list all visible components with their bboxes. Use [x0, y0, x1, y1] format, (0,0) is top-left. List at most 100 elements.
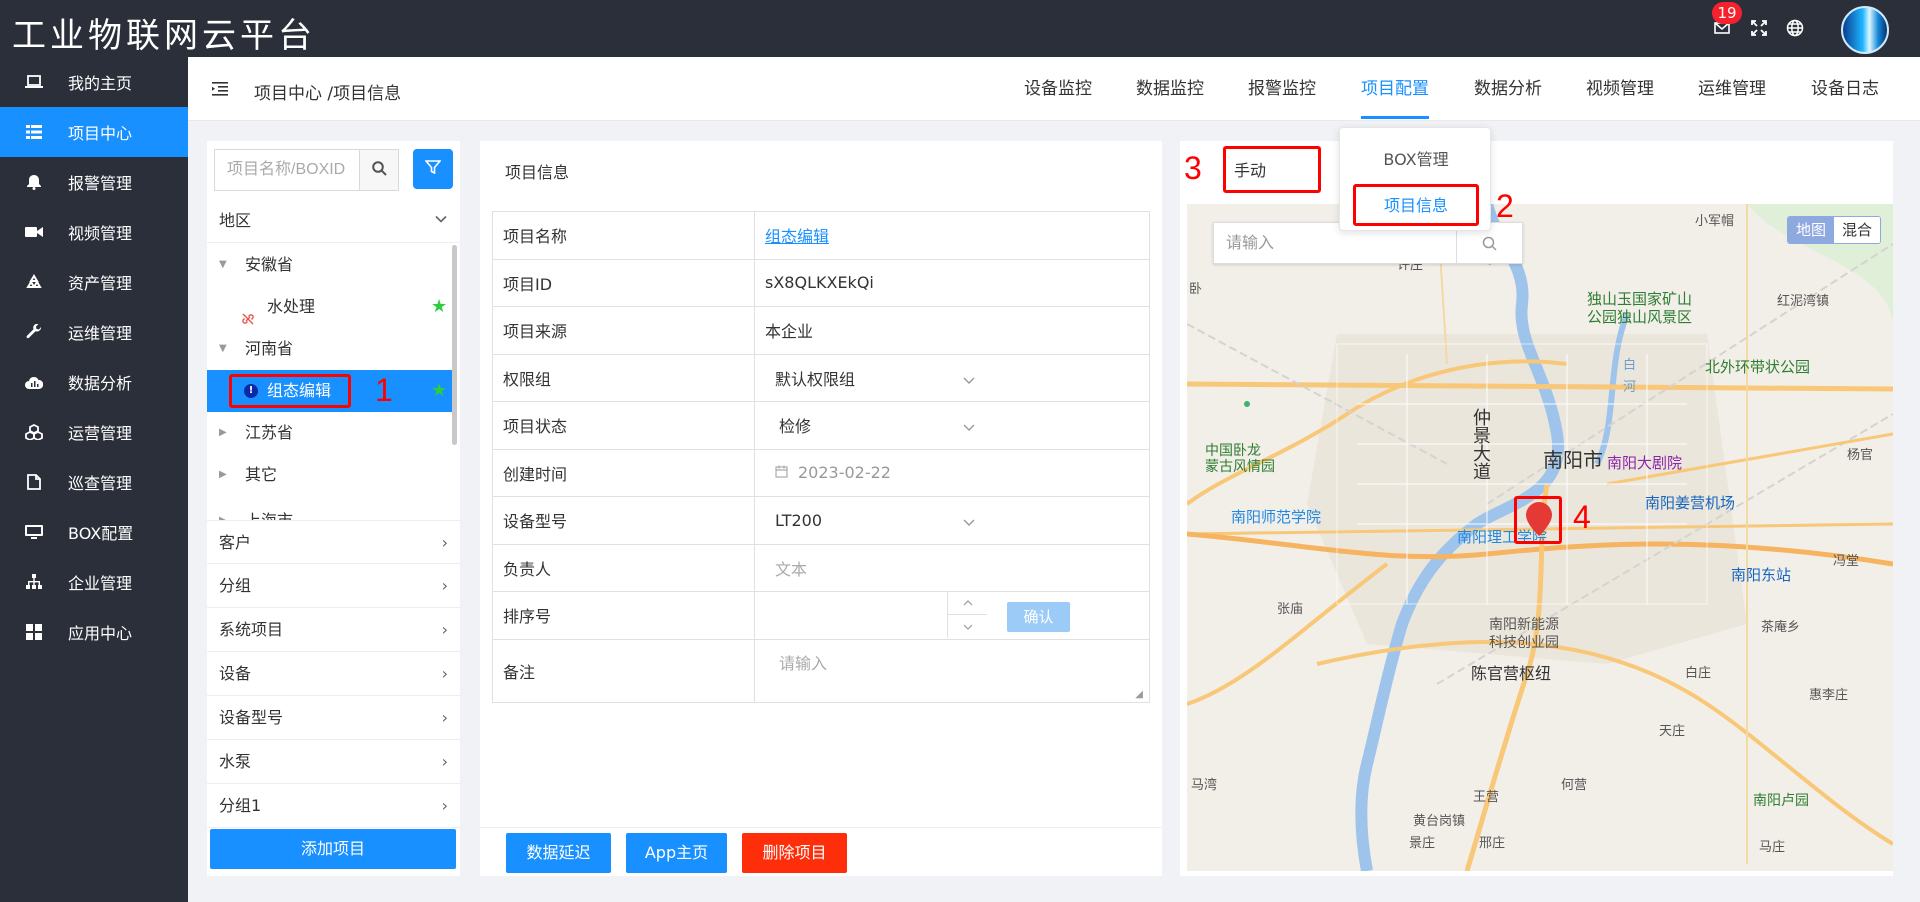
group-customer[interactable]: 客户 ›: [207, 520, 460, 564]
map-city-label: 南阳市: [1543, 448, 1603, 472]
wrench-icon: [24, 322, 44, 342]
tree-node-henan[interactable]: ▼ 河南省: [207, 328, 453, 370]
confirm-button[interactable]: 确认: [1007, 602, 1070, 632]
add-project-button[interactable]: 添加项目: [210, 829, 456, 869]
search-button[interactable]: [359, 149, 399, 191]
app-home-button[interactable]: App主页: [626, 833, 727, 873]
sidebar-item-video[interactable]: 视频管理: [0, 207, 188, 257]
map-canvas[interactable]: 南阳市 仲 景 大 道 独山玉国家矿山 公园独山风景区 北外环带状公园 南阳大剧…: [1187, 204, 1893, 871]
resize-handle-icon[interactable]: ◢: [1135, 689, 1143, 700]
sidebar-item-patrol[interactable]: 巡查管理: [0, 457, 188, 507]
project-status-select[interactable]: 检修: [755, 402, 1149, 449]
sidebar-item-label: BOX配置: [68, 524, 134, 543]
form-label: 排序号: [493, 592, 755, 639]
menu-item-box-manage[interactable]: BOX管理: [1340, 146, 1492, 170]
project-tree-panel: 项目名称/BOXID 地区 ▼ 安徽省 水处理 ★ ▼ 河南省 ! 组态编辑 ★…: [207, 141, 460, 876]
tab-data-monitor[interactable]: 数据监控: [1136, 57, 1204, 121]
avatar[interactable]: [1841, 6, 1889, 54]
tab-device-log[interactable]: 设备日志: [1811, 57, 1879, 121]
map-place-label: 白庄: [1685, 666, 1712, 681]
chevron-right-icon: ›: [441, 796, 448, 815]
star-icon[interactable]: ★: [431, 370, 447, 412]
tree-scrollbar[interactable]: [452, 245, 457, 445]
sort-number-stepper[interactable]: 确认: [755, 592, 1149, 639]
group-label: 设备型号: [219, 708, 284, 727]
delete-project-button[interactable]: 删除项目: [742, 833, 847, 873]
map-place-label: 小军帽: [1695, 214, 1735, 229]
map-place-label: 邢庄: [1479, 836, 1506, 851]
placeholder: 文本: [775, 559, 808, 579]
tab-alarm-monitor[interactable]: 报警监控: [1248, 57, 1316, 121]
tab-device-monitor[interactable]: 设备监控: [1024, 57, 1092, 121]
location-pin-icon[interactable]: [1526, 502, 1552, 540]
sidebar-item-label: 巡查管理: [68, 474, 133, 493]
group-group1[interactable]: 分组1 ›: [207, 784, 460, 828]
form-row-created: 创建时间 2023-02-22: [493, 449, 1149, 497]
group-grouping[interactable]: 分组 ›: [207, 564, 460, 608]
map-type-hybrid[interactable]: 混合: [1833, 217, 1880, 243]
laptop-icon: [24, 72, 44, 92]
sidebar: 我的主页 项目中心 报警管理 视频管理 资产管理 运维管理 数据分析 运营管理 …: [0, 57, 188, 902]
tab-project-config[interactable]: 项目配置: [1361, 57, 1429, 119]
map-poi-label: 北外环带状公园: [1705, 358, 1811, 376]
permission-group-select[interactable]: 默认权限组: [755, 355, 1149, 402]
map-place-label: 天庄: [1659, 724, 1686, 739]
tree-node-jiangsu[interactable]: ▶ 江苏省: [207, 412, 453, 454]
sidebar-item-operations[interactable]: 运营管理: [0, 407, 188, 457]
stepper-down[interactable]: [948, 615, 987, 638]
filter-button[interactable]: [413, 149, 453, 189]
stepper-up[interactable]: [948, 592, 987, 615]
sidebar-item-box[interactable]: BOX配置: [0, 507, 188, 557]
star-icon[interactable]: ★: [431, 286, 447, 328]
created-date-picker[interactable]: 2023-02-22: [755, 450, 1149, 497]
map-poi-label: 南阳姜营机场: [1645, 494, 1736, 512]
sidebar-item-apps[interactable]: 应用中心: [0, 607, 188, 657]
project-search-input[interactable]: 项目名称/BOXID: [214, 149, 359, 191]
globe-icon[interactable]: [1785, 18, 1805, 38]
group-device[interactable]: 设备 ›: [207, 652, 460, 696]
form-row-name: 项目名称 组态编辑: [493, 212, 1149, 260]
tree-node-shanghai[interactable]: ▶ 上海市: [207, 496, 453, 520]
location-mode-select[interactable]: 手动: [1224, 151, 1318, 191]
menu-item-project-info[interactable]: 项目信息: [1340, 192, 1492, 216]
region-accordion-header[interactable]: 地区: [207, 199, 460, 243]
sidebar-item-enterprise[interactable]: 企业管理: [0, 557, 188, 607]
chevron-right-icon: ›: [441, 752, 448, 771]
map-poi-label: 南阳卢园: [1753, 793, 1809, 809]
sidebar-item-assets[interactable]: 资产管理: [0, 257, 188, 307]
tree-node-anhui[interactable]: ▼ 安徽省: [207, 244, 453, 286]
group-device-model[interactable]: 设备型号 ›: [207, 696, 460, 740]
notes-textarea[interactable]: 请输入 ◢: [755, 640, 1149, 702]
region-label: 地区: [219, 211, 252, 230]
tree-node-config-edit[interactable]: ! 组态编辑 ★: [207, 370, 453, 412]
tree-node-water[interactable]: 水处理 ★: [207, 286, 453, 328]
menu-fold-icon[interactable]: [212, 81, 228, 100]
tree-node-other[interactable]: ▶ 其它: [207, 454, 453, 496]
sidebar-item-projects[interactable]: 项目中心: [0, 107, 188, 157]
app-title: 工业物联网云平台: [12, 16, 316, 56]
sidebar-item-home[interactable]: 我的主页: [0, 57, 188, 107]
chevron-down-icon: [963, 371, 975, 390]
caret-right-icon: ▶: [219, 469, 227, 480]
form-row-permission: 权限组 默认权限组: [493, 354, 1149, 402]
device-model-select[interactable]: LT200: [755, 497, 1149, 544]
list-icon: [24, 122, 44, 142]
map-poi-label: 陈官营枢纽: [1471, 664, 1552, 683]
group-pump[interactable]: 水泵 ›: [207, 740, 460, 784]
map-type-map[interactable]: 地图: [1787, 217, 1834, 243]
tab-maintenance[interactable]: 运维管理: [1698, 57, 1766, 121]
tab-video[interactable]: 视频管理: [1586, 57, 1654, 121]
form-value: sX8QLKXEkQi: [755, 260, 1149, 307]
sidebar-item-label: 企业管理: [68, 574, 133, 593]
chevron-right-icon: ›: [441, 664, 448, 683]
project-name-link[interactable]: 组态编辑: [765, 223, 829, 247]
owner-input[interactable]: 文本: [755, 545, 1149, 592]
fullscreen-icon[interactable]: [1749, 18, 1769, 38]
sidebar-item-alarms[interactable]: 报警管理: [0, 157, 188, 207]
data-delay-button[interactable]: 数据延迟: [506, 833, 611, 873]
group-system-project[interactable]: 系统项目 ›: [207, 608, 460, 652]
sidebar-item-ops[interactable]: 运维管理: [0, 307, 188, 357]
caret-right-icon: ▶: [219, 500, 227, 520]
tab-data-analysis[interactable]: 数据分析: [1474, 57, 1542, 121]
sidebar-item-analysis[interactable]: 数据分析: [0, 357, 188, 407]
